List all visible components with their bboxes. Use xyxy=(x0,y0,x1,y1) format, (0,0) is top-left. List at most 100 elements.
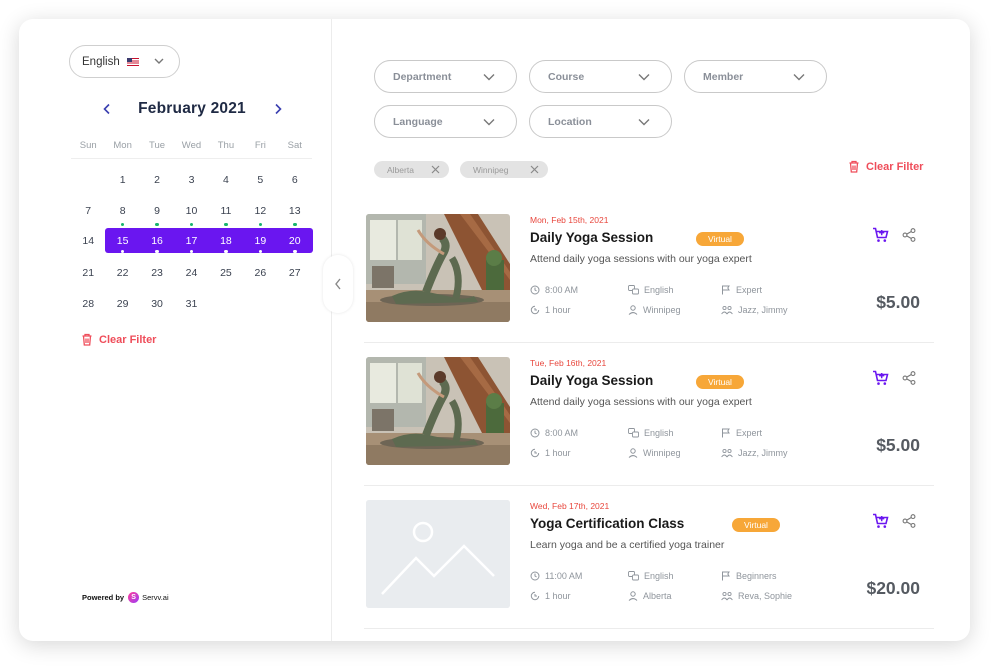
calendar-day[interactable]: 31 xyxy=(174,291,208,317)
calendar-day[interactable]: 17 xyxy=(174,228,208,254)
event-card[interactable]: Wed, Feb 17th, 2021 Yoga Certification C… xyxy=(364,486,934,629)
calendar-empty-cell xyxy=(243,291,277,317)
filter-chip[interactable]: Alberta xyxy=(374,161,449,178)
calendar-day[interactable]: 30 xyxy=(140,291,174,317)
weekday-label: Thu xyxy=(217,140,235,151)
calendar-day[interactable]: 20 xyxy=(278,228,312,254)
calendar-day[interactable]: 4 xyxy=(209,167,243,193)
calendar-day[interactable]: 24 xyxy=(174,260,208,286)
language-icon xyxy=(628,285,639,295)
servv-logo-icon: S xyxy=(128,592,140,603)
event-indicator-dot xyxy=(224,249,228,253)
calendar-day[interactable]: 28 xyxy=(71,291,105,317)
calendar-day-number: 20 xyxy=(288,235,301,247)
calendar-day[interactable]: 11 xyxy=(209,198,243,226)
event-card[interactable]: Tue, Feb 16th, 2021 Daily Yoga Session V… xyxy=(364,343,934,486)
member-filter[interactable]: Member xyxy=(684,60,827,93)
calendar-day-number: 15 xyxy=(116,235,129,247)
calendar-day-number: 2 xyxy=(154,174,160,186)
share-button[interactable] xyxy=(902,514,916,533)
chevron-right-icon[interactable] xyxy=(273,103,283,115)
calendar-day[interactable]: 26 xyxy=(243,260,277,286)
close-icon[interactable] xyxy=(431,165,440,174)
powered-by: Powered by S Servv.ai xyxy=(82,592,169,603)
close-icon[interactable] xyxy=(530,165,539,174)
calendar-day[interactable]: 8 xyxy=(105,198,139,226)
instructors-icon xyxy=(721,591,733,601)
language-select[interactable]: English xyxy=(69,45,180,78)
sidebar: English February 2021 Sun Mon Tue Wed Th… xyxy=(19,19,332,641)
calendar-day[interactable]: 15 xyxy=(105,228,139,254)
event-level-value: Expert xyxy=(736,285,763,295)
calendar-day[interactable]: 23 xyxy=(140,260,174,286)
event-duration: 1 hour xyxy=(530,305,571,315)
add-to-cart-button[interactable] xyxy=(872,370,889,391)
event-thumbnail[interactable] xyxy=(366,500,510,608)
event-date: Mon, Feb 15th, 2021 xyxy=(530,215,609,225)
image-placeholder-icon xyxy=(366,500,510,608)
calendar-day[interactable]: 5 xyxy=(243,167,277,193)
clear-filter-button[interactable]: Clear Filter xyxy=(848,160,923,173)
clear-filter-button[interactable]: Clear Filter xyxy=(81,333,156,346)
calendar-day[interactable]: 1 xyxy=(105,167,139,193)
weekday-label: Tue xyxy=(149,140,166,151)
calendar-day[interactable]: 13 xyxy=(278,198,312,226)
department-filter[interactable]: Department xyxy=(374,60,517,93)
location-filter[interactable]: Location xyxy=(529,105,672,138)
event-title[interactable]: Daily Yoga Session xyxy=(530,230,653,245)
language-filter[interactable]: Language xyxy=(374,105,517,138)
calendar-day-number: 22 xyxy=(116,267,129,279)
clear-filter-label: Clear Filter xyxy=(99,333,157,346)
event-card[interactable]: Mon, Feb 15th, 2021 Daily Yoga Session V… xyxy=(364,200,934,343)
calendar-day[interactable]: 19 xyxy=(243,228,277,254)
event-location: Alberta xyxy=(628,591,672,601)
calendar-day-number: 1 xyxy=(119,174,126,186)
calendar-day[interactable]: 18 xyxy=(209,228,243,254)
share-icon xyxy=(902,514,916,528)
weekday-label: Wed xyxy=(181,140,202,151)
calendar-day[interactable]: 12 xyxy=(243,198,277,226)
brand-name[interactable]: Servv.ai xyxy=(142,593,169,602)
event-title[interactable]: Daily Yoga Session xyxy=(530,373,653,388)
calendar-day[interactable]: 29 xyxy=(105,291,139,317)
add-to-cart-icon xyxy=(873,513,889,528)
calendar-day[interactable]: 22 xyxy=(105,260,139,286)
virtual-badge: Virtual xyxy=(696,375,744,389)
course-filter[interactable]: Course xyxy=(529,60,672,93)
event-description: Learn yoga and be a certified yoga train… xyxy=(530,539,725,551)
calendar-day[interactable]: 3 xyxy=(174,167,208,193)
filter-chip[interactable]: Winnipeg xyxy=(460,161,548,178)
calendar-day[interactable]: 10 xyxy=(174,198,208,226)
calendar-day[interactable]: 2 xyxy=(140,167,174,193)
event-thumbnail[interactable] xyxy=(366,214,510,322)
calendar-day-number: 5 xyxy=(257,174,264,186)
event-price: $20.00 xyxy=(866,578,920,598)
add-to-cart-button[interactable] xyxy=(872,227,889,248)
weekday-label: Fri xyxy=(254,140,266,151)
calendar-day[interactable]: 7 xyxy=(71,198,105,224)
calendar-day[interactable]: 9 xyxy=(140,198,174,226)
event-instructors: Reva, Sophie xyxy=(721,591,792,601)
event-level: Expert xyxy=(721,285,762,295)
calendar-day[interactable]: 16 xyxy=(140,228,174,254)
event-language: English xyxy=(628,428,674,438)
calendar-day[interactable]: 6 xyxy=(278,167,312,193)
flag-icon xyxy=(722,428,730,438)
add-to-cart-button[interactable] xyxy=(872,513,889,534)
chevron-down-icon xyxy=(638,119,650,126)
add-to-cart-icon xyxy=(873,227,889,242)
event-title[interactable]: Yoga Certification Class xyxy=(530,516,684,531)
event-thumbnail[interactable] xyxy=(366,357,510,465)
share-button[interactable] xyxy=(902,371,916,390)
calendar-day[interactable]: 27 xyxy=(278,260,312,286)
calendar-day[interactable]: 25 xyxy=(209,260,243,286)
share-button[interactable] xyxy=(902,228,916,247)
calendar-day-number: 30 xyxy=(151,298,163,310)
event-time-value: 11:00 AM xyxy=(545,571,583,581)
calendar-day[interactable]: 21 xyxy=(71,260,105,286)
event-indicator-dot xyxy=(155,222,159,226)
chevron-down-icon xyxy=(793,74,805,81)
event-date: Tue, Feb 16th, 2021 xyxy=(530,358,607,368)
calendar-day[interactable]: 14 xyxy=(71,228,105,254)
user-location-icon xyxy=(628,305,638,315)
